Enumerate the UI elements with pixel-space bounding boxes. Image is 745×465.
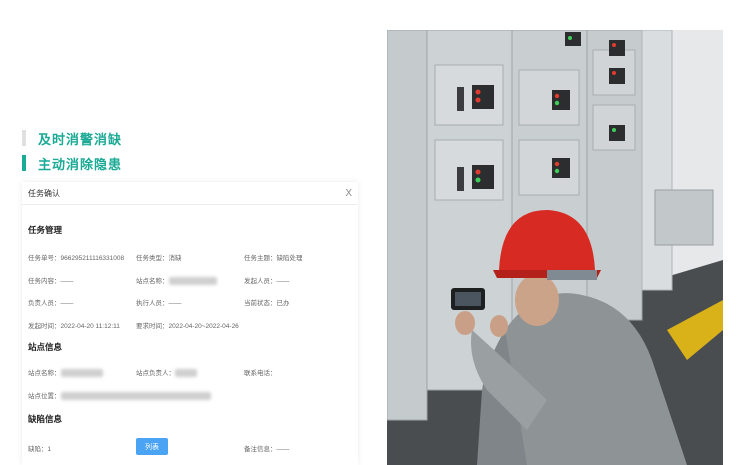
headline-bar bbox=[22, 130, 26, 146]
field-executor: 执行人员：—— bbox=[136, 297, 182, 307]
field-station-name: 站点名称： bbox=[136, 275, 217, 286]
field-label: 发起时间： bbox=[28, 323, 61, 330]
headline-text: 及时消警消缺 bbox=[38, 131, 123, 147]
field-value: 缺陷处理 bbox=[276, 255, 303, 262]
section-title-task: 任务管理 bbox=[28, 225, 63, 235]
field-task-no: 任务单号：966295211116331008 bbox=[28, 252, 124, 262]
close-icon[interactable]: X bbox=[345, 188, 352, 199]
field-label: 站点名称： bbox=[28, 370, 61, 377]
field-status: 当前状态：已办 bbox=[244, 297, 290, 307]
field-label: 站点名称： bbox=[136, 278, 169, 285]
worker-photo-illustration bbox=[387, 30, 723, 465]
field-value: —— bbox=[168, 300, 182, 307]
blurred-value bbox=[175, 369, 197, 378]
field-label: 执行人员： bbox=[136, 300, 169, 307]
field-owner: 负责人员：—— bbox=[28, 297, 74, 307]
field-task-type: 任务类型：消缺 bbox=[136, 252, 182, 262]
field-remark: 备注信息：—— bbox=[244, 443, 290, 453]
field-value: 消缺 bbox=[168, 255, 182, 262]
dialog-title: 任务确认 bbox=[28, 188, 60, 198]
field-label: 缺陷： bbox=[28, 446, 48, 453]
field-label: 要求时间： bbox=[136, 323, 169, 330]
photo-worker-inspecting-cabinet bbox=[387, 30, 723, 465]
field-due-time: 要求时间：2022-04-20~2022-04-26 bbox=[136, 320, 239, 330]
headline-bar-active bbox=[22, 155, 26, 171]
field-label: 联系电话： bbox=[244, 370, 277, 377]
blurred-value bbox=[60, 392, 211, 401]
field-label: 当前状态： bbox=[244, 300, 277, 307]
field-value: —— bbox=[60, 278, 74, 285]
field-label: 任务内容： bbox=[28, 278, 61, 285]
field-value: 2022-04-20~2022-04-26 bbox=[168, 323, 239, 330]
field-label: 备注信息： bbox=[244, 446, 277, 453]
field-defect-count: 缺陷：1 bbox=[28, 443, 51, 453]
headline-text: 主动消除隐患 bbox=[38, 156, 123, 172]
field-site-location: 站点位置： bbox=[28, 390, 211, 401]
section-title-defect: 缺陷信息 bbox=[28, 414, 63, 424]
dialog-header: 任务确认 X bbox=[22, 182, 358, 205]
field-value: 已办 bbox=[276, 300, 290, 307]
field-task-content: 任务内容：—— bbox=[28, 275, 74, 285]
field-initiator: 发起人员：—— bbox=[244, 275, 290, 285]
field-label: 任务主题： bbox=[244, 255, 277, 262]
field-label: 任务类型： bbox=[136, 255, 169, 262]
blurred-value bbox=[168, 277, 217, 286]
headline-fix-alarms: 及时消警消缺 bbox=[22, 130, 123, 147]
field-label: 站点位置： bbox=[28, 393, 61, 400]
field-value: 966295211116331008 bbox=[60, 255, 125, 262]
field-value: —— bbox=[276, 446, 290, 453]
field-label: 负责人员： bbox=[28, 300, 61, 307]
field-value: 1 bbox=[47, 446, 52, 453]
field-site-name: 站点名称： bbox=[28, 367, 103, 378]
list-button[interactable]: 列表 bbox=[136, 438, 168, 455]
field-label: 发起人员： bbox=[244, 278, 277, 285]
task-confirm-dialog: 任务确认 X 任务管理 任务单号：966295211116331008 任务类型… bbox=[22, 182, 358, 465]
headline-eliminate-hazards: 主动消除隐患 bbox=[22, 155, 123, 172]
field-task-subject: 任务主题：缺陷处理 bbox=[244, 252, 303, 262]
field-label: 任务单号： bbox=[28, 255, 61, 262]
field-phone: 联系电话： bbox=[244, 367, 277, 377]
field-value: —— bbox=[276, 278, 290, 285]
field-value: —— bbox=[60, 300, 74, 307]
field-label: 站点负责人： bbox=[136, 370, 175, 377]
field-start-time: 发起时间：2022-04-20 11:12:11 bbox=[28, 320, 120, 330]
field-value: 2022-04-20 11:12:11 bbox=[60, 323, 120, 330]
section-title-site: 站点信息 bbox=[28, 342, 63, 352]
field-site-manager: 站点负责人： bbox=[136, 367, 197, 378]
blurred-value bbox=[60, 369, 103, 378]
